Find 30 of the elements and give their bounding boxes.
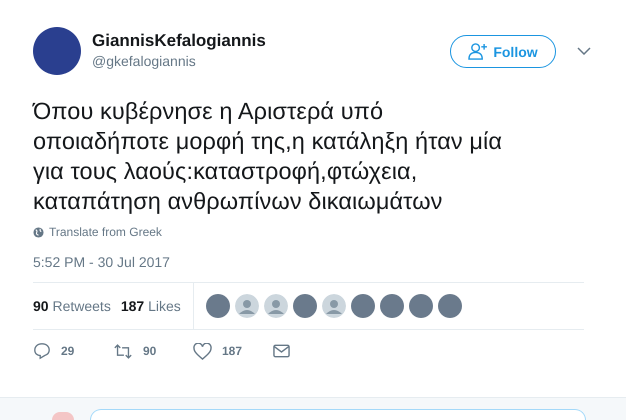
- avatar-photo-placeholder[interactable]: [438, 294, 462, 318]
- avatar-photo-placeholder[interactable]: [206, 294, 230, 318]
- retweet-icon[interactable]: [113, 342, 133, 360]
- avatar-photo-placeholder[interactable]: [380, 294, 404, 318]
- author-handle[interactable]: @gkefalogiannis: [92, 51, 266, 71]
- translate-link[interactable]: Translate from Greek: [49, 225, 162, 239]
- avatar-photo-placeholder: [52, 412, 74, 420]
- tweet-text: Όπου κυβέρνησε η Αριστερά υπό οποιαδήποτε μορφή της,η κατάληξη ήταν μία για τους λαούς:καταστροφή,φτώχεια, καταπάτηση ανθρωπίνων δικαιωμάτων: [33, 97, 504, 216]
- reply-field[interactable]: [90, 409, 586, 420]
- avatar-photo-placeholder[interactable]: [350, 294, 375, 318]
- default-avatar-icon[interactable]: [234, 294, 259, 318]
- avatar-photo-placeholder[interactable]: [292, 294, 317, 318]
- avatar-photo-placeholder[interactable]: [33, 27, 81, 75]
- follow-button[interactable]: Follow: [450, 35, 556, 68]
- globe-icon: [33, 226, 44, 238]
- caret-icon[interactable]: [577, 47, 591, 55]
- action-count: 90: [143, 344, 156, 358]
- stat-link[interactable]: 90 Retweets: [33, 298, 111, 314]
- action-count: 187: [222, 344, 242, 358]
- heart-icon[interactable]: [193, 342, 212, 360]
- add-person-icon: [468, 43, 488, 60]
- stat-link[interactable]: 187 Likes: [120, 298, 181, 314]
- envelope-icon[interactable]: [273, 344, 290, 358]
- action-count: 29: [61, 344, 74, 358]
- default-avatar-icon[interactable]: [264, 294, 288, 318]
- default-avatar-icon[interactable]: [322, 294, 346, 318]
- reply-icon[interactable]: [33, 342, 51, 360]
- timestamp[interactable]: 5:52 PM - 30 Jul 2017: [33, 254, 593, 270]
- avatar-photo-placeholder[interactable]: [408, 294, 433, 318]
- author-name[interactable]: GiannisKefalogiannis: [92, 31, 266, 51]
